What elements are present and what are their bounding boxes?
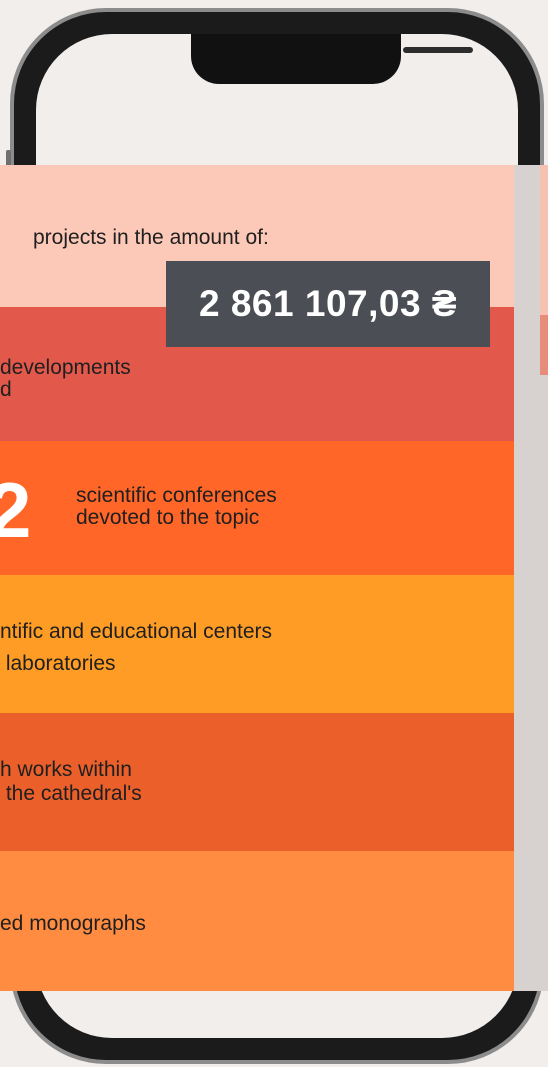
speaker-icon [403,47,473,53]
camera-icon [491,44,502,55]
next-slide-peek [540,315,548,375]
notch-icon [191,34,502,84]
developments-line2: d [0,378,12,401]
stat-centers: ntific and educational centers laborator… [0,575,514,713]
stat-works: h works within the cathedral's [0,713,514,851]
developments-line1: developments [0,356,131,379]
works-line1: h works within [0,758,132,781]
stats-panel: projects in the amount of: developments … [0,165,514,991]
works-line2: the cathedral's [0,782,142,805]
conferences-line2: devoted to the topic [76,506,260,529]
conferences-number: 2 [0,466,32,554]
centers-line2: laboratories [0,652,116,675]
centers-line1: ntific and educational centers [0,620,273,643]
amount-badge: 2 861 107,03 ₴ [166,261,490,347]
stat-conferences: 2 scientific conferences devoted to the … [0,441,514,575]
projects-text: projects in the amount of: [33,226,269,249]
monographs-line1: ed monographs [0,912,146,935]
next-slide-peek [540,165,548,315]
stat-monographs: ed monographs [0,851,514,991]
